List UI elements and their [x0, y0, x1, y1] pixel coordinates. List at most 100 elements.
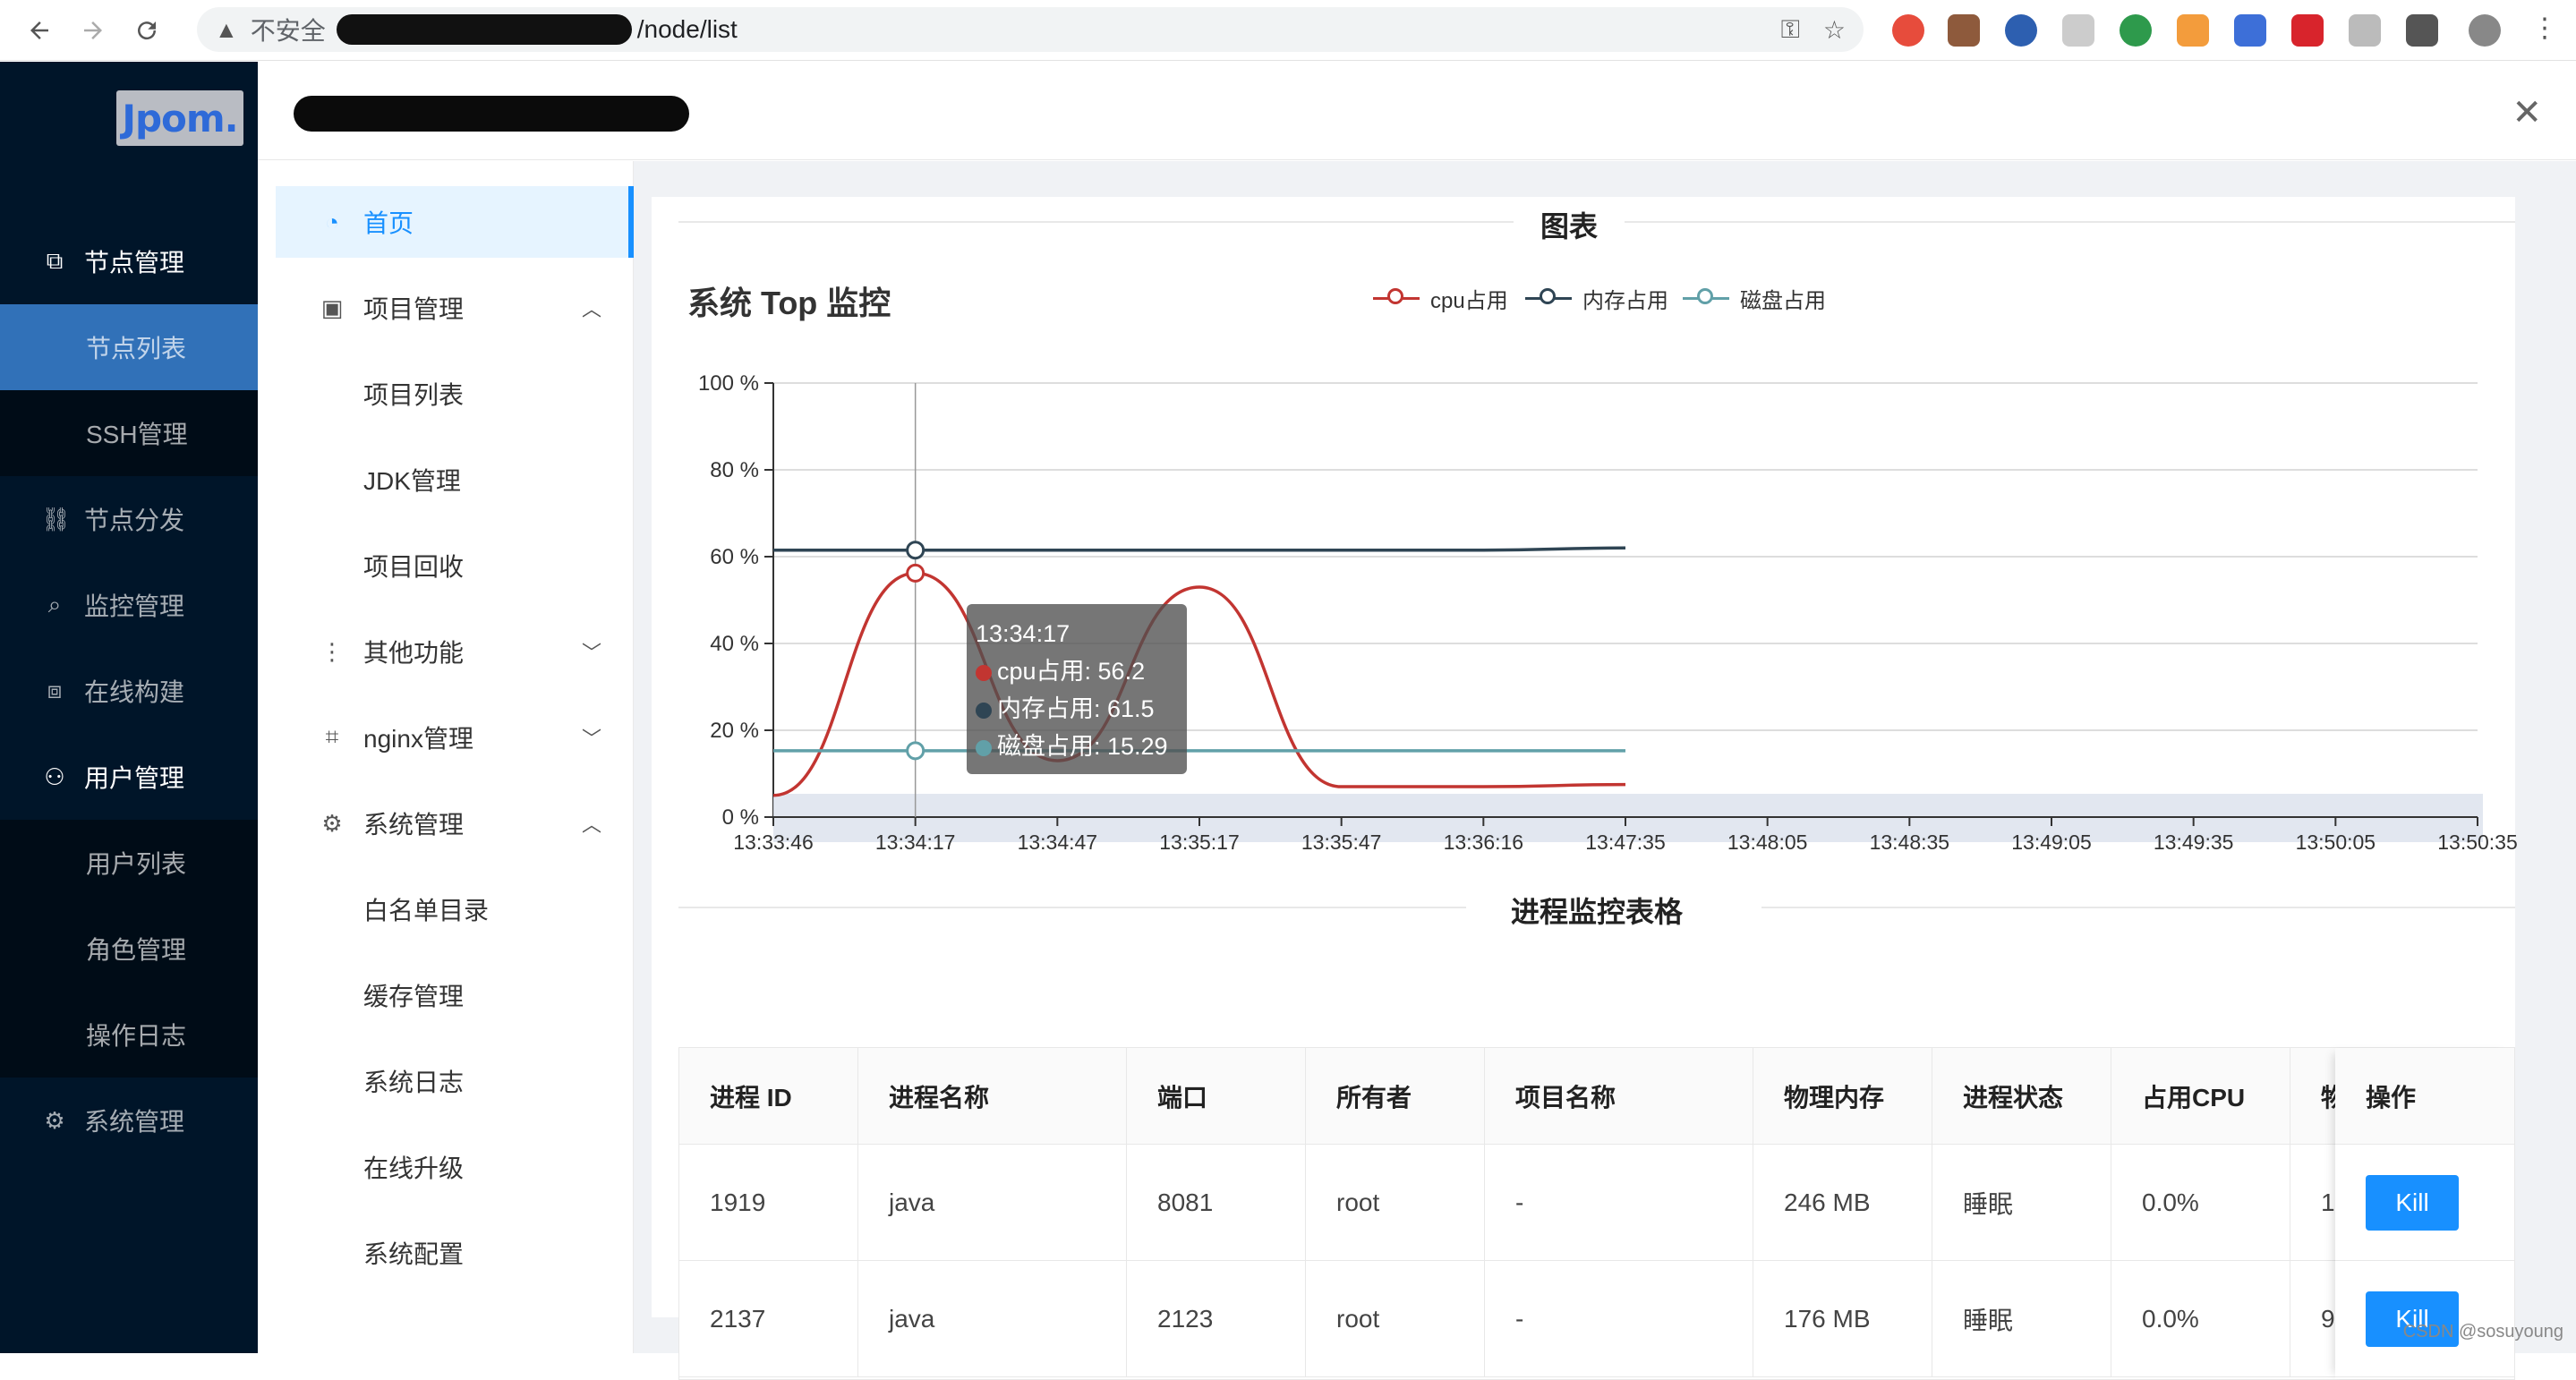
series-dot: [976, 740, 992, 756]
redacted-title: [294, 96, 689, 132]
sidebar-item-monitor[interactable]: ⌕ 监控管理: [0, 562, 258, 648]
extension-icon[interactable]: [2120, 14, 2152, 47]
sidebar-item-oplog[interactable]: 操作日志: [0, 992, 258, 1078]
main-content: 图表 系统 Top 监控 cpu占用 内存占用 磁盘占用 进程监控表格 进程 I…: [634, 161, 2576, 1353]
insecure-label: 不安全: [251, 12, 326, 47]
content-card: 图表 系统 Top 监控 cpu占用 内存占用 磁盘占用 进程监控表格 进程 I…: [652, 197, 2515, 1317]
menu-item-other[interactable]: ⋮ 其他功能 ﹀: [276, 616, 634, 687]
menu-item-label: 系统管理: [363, 805, 464, 841]
gear-icon: ⚙: [319, 810, 345, 838]
extension-icon[interactable]: [2005, 14, 2037, 47]
chart-title: 系统 Top 监控: [687, 277, 891, 324]
sidebar-item-user-list[interactable]: 用户列表: [0, 820, 258, 906]
extension-icon[interactable]: [2291, 14, 2324, 47]
extension-icon[interactable]: [2177, 14, 2209, 47]
extension-icon[interactable]: [2234, 14, 2266, 47]
sidebar-item-build[interactable]: ⧈ 在线构建: [0, 648, 258, 734]
menu-item-recycle[interactable]: 项目回收: [276, 530, 634, 601]
menu-item-project-manage[interactable]: ▣ 项目管理 ︿: [276, 272, 634, 344]
address-bar[interactable]: ▲ 不安全 /node/list ⚿ ☆: [197, 7, 1864, 52]
nginx-icon: ⌗: [319, 723, 345, 752]
menu-item-home[interactable]: ◔ 首页: [276, 186, 634, 258]
col-header: 进程状态: [1932, 1048, 2111, 1144]
sidebar-item-node-manage[interactable]: ⧉ 节点管理: [0, 218, 258, 304]
table-cell: 2123: [1127, 1261, 1306, 1376]
sidebar-item-label: 操作日志: [86, 1017, 186, 1052]
menu-item-whitelist[interactable]: 白名单目录: [276, 873, 634, 945]
extension-icon[interactable]: [1948, 14, 1980, 47]
legend-item-cpu[interactable]: cpu占用: [1373, 283, 1508, 314]
menu-item-label: 项目回收: [363, 548, 464, 584]
tooltip-cpu: cpu占用: 56.2: [997, 658, 1145, 685]
sidebar-item-label: 节点管理: [84, 243, 184, 279]
reload-icon[interactable]: [127, 11, 166, 50]
node-icon: ⧉: [41, 247, 68, 276]
kill-button[interactable]: Kill: [2366, 1175, 2459, 1231]
menu-item-system[interactable]: ⚙ 系统管理 ︿: [276, 788, 634, 859]
menu-item-label: nginx管理: [363, 720, 473, 755]
menu-item-project-list[interactable]: 项目列表: [276, 358, 634, 430]
browser-toolbar: ▲ 不安全 /node/list ⚿ ☆ ⋮: [0, 0, 2576, 61]
menu-item-label: JDK管理: [363, 462, 461, 498]
table-cell: 睡眠: [1932, 1145, 2111, 1260]
col-header: 所有者: [1306, 1048, 1485, 1144]
close-icon[interactable]: ✕: [2512, 92, 2542, 133]
legend-item-mem[interactable]: 内存占用: [1525, 283, 1668, 314]
menu-item-jdk[interactable]: JDK管理: [276, 444, 634, 515]
profile-avatar[interactable]: [2469, 14, 2501, 47]
sidebar-item-label: 用户列表: [86, 845, 186, 881]
legend-item-disk[interactable]: 磁盘占用: [1683, 283, 1826, 314]
sidebar-item-system[interactable]: ⚙ 系统管理: [0, 1078, 258, 1163]
sidebar-item-roles[interactable]: 角色管理: [0, 906, 258, 992]
gear-icon: ⚙: [41, 1107, 68, 1135]
tooltip-mem: 内存占用: 61.5: [997, 695, 1155, 722]
table-row: 1919 java 8081 root - 246 MB 睡眠 0.0% 1: [679, 1145, 2514, 1261]
sidebar-item-label: 系统管理: [84, 1103, 184, 1138]
forward-icon[interactable]: [73, 11, 113, 50]
main-sidebar: Jpom. ⧉ 节点管理 节点列表 SSH管理 ⛓ 节点分发 ⌕ 监控管理 ⧈ …: [0, 62, 258, 1353]
table-cell: -: [1485, 1261, 1753, 1376]
col-header: 项目名称: [1485, 1048, 1753, 1144]
sidebar-item-distribute[interactable]: ⛓ 节点分发: [0, 476, 258, 562]
back-icon[interactable]: [20, 11, 59, 50]
build-icon: ⧈: [41, 677, 68, 705]
sidebar-item-users[interactable]: ⚇ 用户管理: [0, 734, 258, 820]
table-cell: 176 MB: [1753, 1261, 1932, 1376]
sidebar-item-node-list[interactable]: 节点列表: [0, 304, 258, 390]
menu-item-syslog[interactable]: 系统日志: [276, 1045, 634, 1117]
menu-item-nginx[interactable]: ⌗ nginx管理 ﹀: [276, 702, 634, 773]
url-path: /node/list: [637, 15, 738, 44]
star-icon[interactable]: ☆: [1823, 15, 1846, 45]
menu-item-config[interactable]: 系统配置: [276, 1217, 634, 1289]
menu-item-upgrade[interactable]: 在线升级: [276, 1131, 634, 1203]
col-header-action: 操作: [2335, 1048, 2514, 1145]
sitemap-icon: ⛓: [41, 506, 68, 533]
table-cell: 8081: [1127, 1145, 1306, 1260]
redacted-host: [337, 14, 632, 45]
section-title-chart: 图表: [1514, 204, 1625, 245]
sidebar-item-label: SSH管理: [86, 415, 188, 451]
extension-icon[interactable]: [2062, 14, 2094, 47]
sidebar-item-label: 节点列表: [86, 329, 186, 365]
key-icon[interactable]: ⚿: [1781, 15, 1800, 45]
tooltip-disk: 磁盘占用: 15.29: [997, 733, 1168, 760]
section-title-table: 进程监控表格: [1484, 890, 1710, 931]
menu-item-cache[interactable]: 缓存管理: [276, 959, 634, 1031]
puzzle-icon[interactable]: [2406, 14, 2438, 47]
table-header: 进程 ID 进程名称 端口 所有者 项目名称 物理内存 进程状态 占用CPU 物: [679, 1048, 2514, 1145]
extension-icon[interactable]: [2349, 14, 2381, 47]
menu-item-label: 项目列表: [363, 376, 464, 412]
table-row: 2137 java 2123 root - 176 MB 睡眠 0.0% 9: [679, 1261, 2514, 1377]
more-icon[interactable]: ⋮: [2531, 13, 2558, 44]
sidebar-item-ssh[interactable]: SSH管理: [0, 390, 258, 476]
menu-item-label: 在线升级: [363, 1149, 464, 1185]
table-cell: 0.0%: [2111, 1145, 2290, 1260]
col-header: 占用CPU: [2111, 1048, 2290, 1144]
table-cell: 246 MB: [1753, 1145, 1932, 1260]
extensions-bar: ⋮: [1880, 0, 2576, 61]
table-cell: 睡眠: [1932, 1261, 2111, 1376]
extension-icon[interactable]: [1892, 14, 1924, 47]
user-icon: ⚇: [41, 763, 68, 791]
warning-icon: ▲: [215, 16, 238, 44]
col-header: 物理内存: [1753, 1048, 1932, 1144]
